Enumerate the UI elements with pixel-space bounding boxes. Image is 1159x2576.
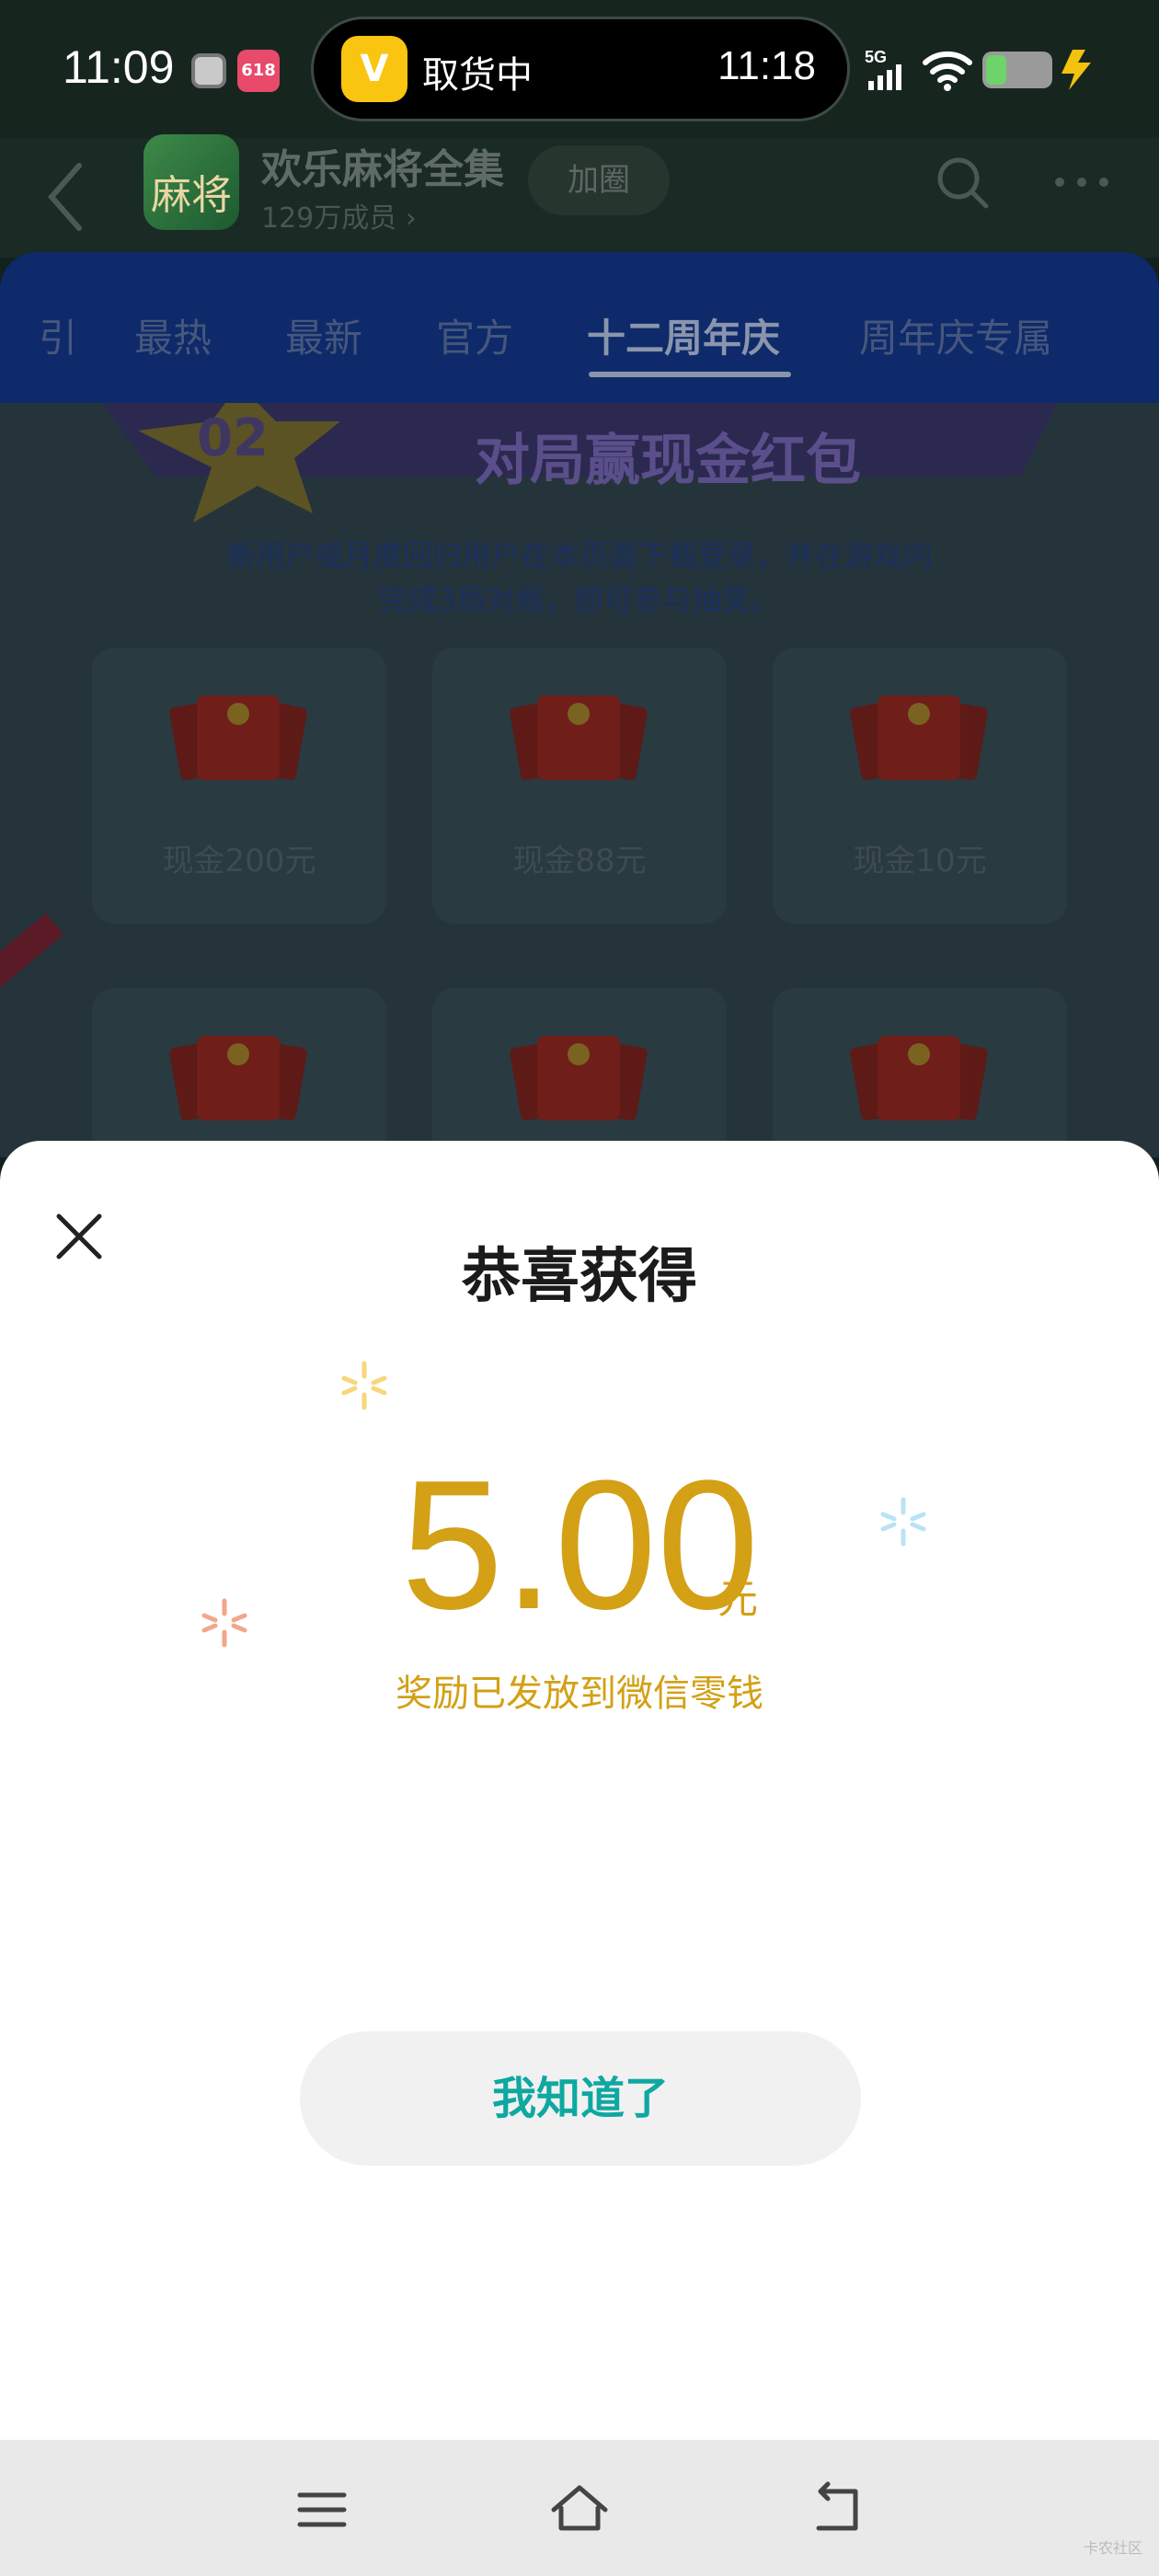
event-description-line-2: 完成3局对局，即可参与抽奖。 [378, 582, 781, 617]
red-envelope-icon [850, 1036, 988, 1121]
join-button[interactable]: 加圈 [528, 145, 670, 215]
live-activity-pill[interactable]: V 取货中 11:18 [311, 17, 850, 121]
red-envelope-icon [510, 1036, 648, 1121]
prize-label: 现金88元 [512, 843, 647, 880]
search-icon[interactable] [935, 155, 990, 210]
sparkle-icon [880, 1497, 926, 1547]
tab-partial[interactable]: 引 [39, 307, 77, 363]
tab-newest[interactable]: 最新 [285, 307, 362, 363]
home-icon[interactable] [550, 2480, 609, 2539]
prize-label: 现金200元 [162, 843, 316, 880]
event-description-line-1: 新用户或月度回归用户在本页面下载登录，并在游戏内 [225, 538, 933, 573]
category-tabs: 引 最热 最新 官方 十二周年庆 周年庆专属 [0, 252, 1159, 403]
live-activity-time: 11:18 [717, 43, 816, 88]
reward-dialog: 恭喜获得 5.00 元 奖励已发放到微信零钱 我知道了 [0, 1141, 1159, 2440]
reward-note: 奖励已发放到微信零钱 [396, 1673, 763, 1715]
menu-icon[interactable] [293, 2480, 351, 2539]
tab-anniversary[interactable]: 十二周年庆 [587, 307, 780, 363]
svg-text:5G: 5G [865, 48, 887, 66]
status-bar: 11:09 618 V 取货中 11:18 5G [0, 0, 1159, 138]
tab-hottest[interactable]: 最热 [134, 307, 212, 363]
shopping-notification-icon: 618 [237, 50, 280, 92]
banner-number: 02 [197, 408, 269, 468]
event-content: 02 对局赢现金红包 新用户或月度回归用户在本页面下载登录，并在游戏内 完成3局… [0, 403, 1159, 1157]
dialog-title: 恭喜获得 [462, 1243, 697, 1311]
charging-bolt-icon [1061, 50, 1091, 90]
status-time: 11:09 [63, 41, 175, 93]
back-arrow-icon[interactable] [42, 160, 88, 234]
active-tab-indicator [589, 372, 791, 377]
signal-5g-icon: 5G [865, 48, 901, 90]
prize-card[interactable] [432, 648, 727, 924]
member-count[interactable]: 129万成员 › [261, 195, 417, 236]
watermark: 卡农社区 [1083, 2539, 1142, 2557]
red-envelope-icon [850, 696, 988, 780]
prize-card[interactable] [92, 648, 386, 924]
confirm-button[interactable]: 我知道了 [300, 2031, 861, 2166]
prize-label: 现金10元 [853, 843, 987, 880]
camera-notification-icon [191, 53, 226, 88]
red-envelope-icon [510, 696, 648, 780]
prize-card[interactable] [773, 648, 1067, 924]
system-navigation-bar: 卡农社区 [0, 2440, 1159, 2576]
wifi-icon [923, 51, 972, 91]
app-logo[interactable]: 麻将 [143, 134, 239, 230]
tab-anniversary-exclusive[interactable]: 周年庆专属 [859, 307, 1052, 363]
reward-amount: 5.00 [401, 1443, 760, 1648]
back-icon[interactable] [808, 2480, 866, 2539]
delivery-app-icon: V [341, 36, 407, 102]
app-logo-text: 麻将 [151, 172, 232, 219]
tab-official[interactable]: 官方 [436, 307, 513, 363]
sparkle-icon [201, 1598, 247, 1648]
more-options-icon[interactable] [1052, 171, 1111, 193]
banner-title: 对局赢现金红包 [475, 429, 861, 493]
red-envelope-icon [169, 1036, 307, 1121]
live-activity-status: 取货中 [422, 54, 533, 97]
reward-unit: 元 [717, 1576, 758, 1623]
app-title[interactable]: 欢乐麻将全集 [261, 136, 504, 195]
sparkle-icon [341, 1361, 387, 1410]
battery-icon [982, 52, 1052, 88]
red-envelope-icon [169, 696, 307, 780]
decorative-ribbon [0, 913, 64, 988]
